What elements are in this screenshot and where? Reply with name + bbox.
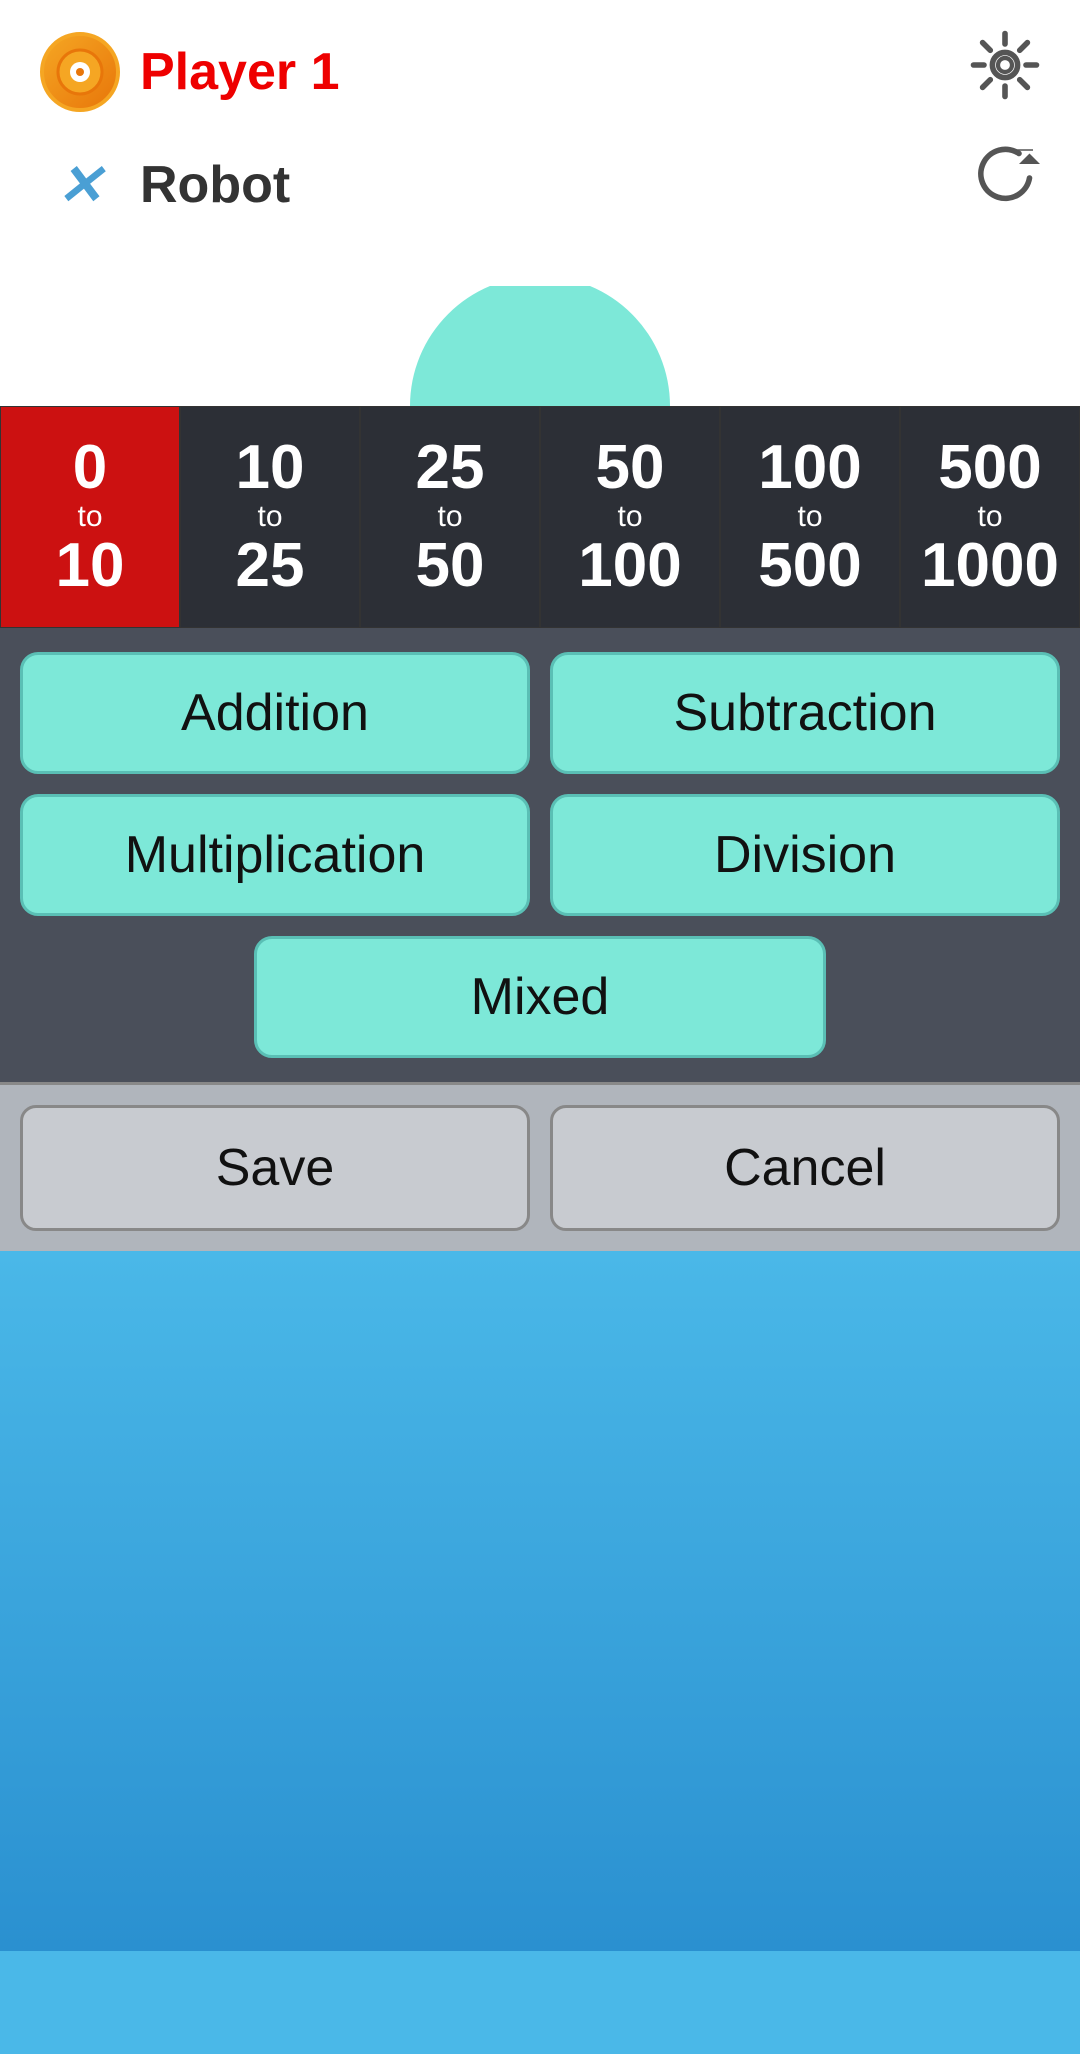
range-10-25-bot: 25 bbox=[236, 535, 305, 597]
range-0-10[interactable]: 0 to 10 bbox=[0, 406, 180, 628]
blue-bottom-area bbox=[0, 1251, 1080, 1951]
action-row: Save Cancel bbox=[0, 1082, 1080, 1251]
player1-name: Player 1 bbox=[140, 42, 340, 102]
range-50-100-mid: to bbox=[617, 499, 642, 535]
range-500-1000-mid: to bbox=[977, 499, 1002, 535]
range-selector: 0 to 10 10 to 25 25 to 50 50 to 100 100 … bbox=[0, 406, 1080, 628]
robot-info: ✕ Robot bbox=[40, 145, 290, 225]
range-100-500-top: 100 bbox=[758, 437, 861, 499]
robot-name: Robot bbox=[140, 155, 290, 215]
main-panel: 0 to 10 10 to 25 25 to 50 50 to 100 100 … bbox=[0, 406, 1080, 1251]
cancel-button[interactable]: Cancel bbox=[550, 1105, 1060, 1231]
range-25-50-mid: to bbox=[437, 499, 462, 535]
refresh-button[interactable] bbox=[970, 143, 1040, 226]
settings-button[interactable] bbox=[970, 30, 1040, 113]
x-icon: ✕ bbox=[57, 152, 104, 218]
range-50-100-bot: 100 bbox=[578, 535, 681, 597]
multiplication-button[interactable]: Multiplication bbox=[20, 794, 530, 916]
range-0-10-bot: 10 bbox=[56, 535, 125, 597]
robot-avatar: ✕ bbox=[40, 145, 120, 225]
arch-area bbox=[0, 286, 1080, 406]
addition-button[interactable]: Addition bbox=[20, 652, 530, 774]
player1-row: Player 1 bbox=[40, 30, 1040, 113]
range-25-50-bot: 50 bbox=[416, 535, 485, 597]
operations-grid: Addition Subtraction Multiplication Divi… bbox=[0, 628, 1080, 936]
range-500-1000-bot: 1000 bbox=[921, 535, 1059, 597]
arch-bubble bbox=[410, 276, 670, 406]
range-500-1000[interactable]: 500 to 1000 bbox=[900, 406, 1080, 628]
mixed-row: Mixed bbox=[0, 936, 1080, 1082]
range-10-25[interactable]: 10 to 25 bbox=[180, 406, 360, 628]
range-100-500-mid: to bbox=[797, 499, 822, 535]
range-10-25-mid: to bbox=[257, 499, 282, 535]
range-25-50[interactable]: 25 to 50 bbox=[360, 406, 540, 628]
player1-avatar bbox=[40, 32, 120, 112]
refresh-icon bbox=[970, 143, 1040, 213]
top-area: Player 1 ✕ bbox=[0, 0, 1080, 286]
player1-info: Player 1 bbox=[40, 32, 340, 112]
range-100-500-bot: 500 bbox=[758, 535, 861, 597]
division-button[interactable]: Division bbox=[550, 794, 1060, 916]
gear-icon bbox=[970, 30, 1040, 100]
range-100-500[interactable]: 100 to 500 bbox=[720, 406, 900, 628]
range-0-10-mid: to bbox=[77, 499, 102, 535]
robot-row: ✕ Robot bbox=[40, 143, 1040, 226]
range-0-10-top: 0 bbox=[73, 437, 107, 499]
range-50-100-top: 50 bbox=[596, 437, 665, 499]
subtraction-button[interactable]: Subtraction bbox=[550, 652, 1060, 774]
range-10-25-top: 10 bbox=[236, 437, 305, 499]
save-button[interactable]: Save bbox=[20, 1105, 530, 1231]
range-500-1000-top: 500 bbox=[938, 437, 1041, 499]
mixed-button[interactable]: Mixed bbox=[254, 936, 826, 1058]
range-25-50-top: 25 bbox=[416, 437, 485, 499]
range-50-100[interactable]: 50 to 100 bbox=[540, 406, 720, 628]
